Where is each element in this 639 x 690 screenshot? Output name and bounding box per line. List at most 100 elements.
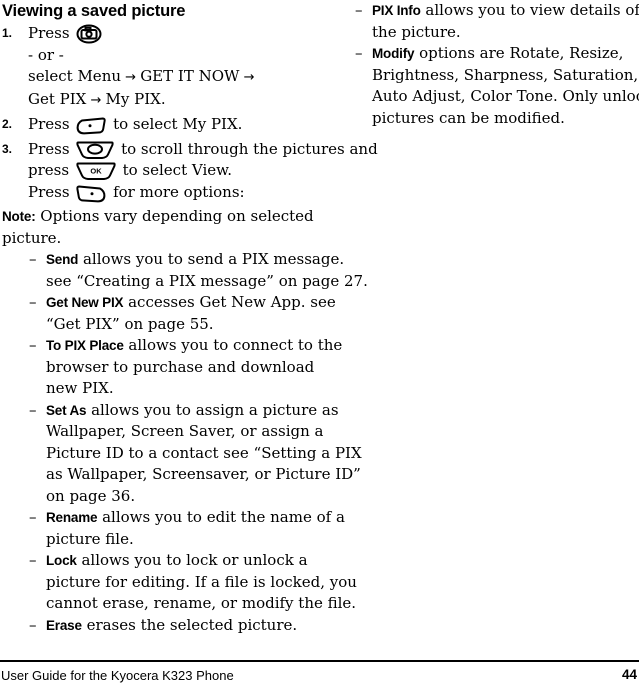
option-term: Erase [46, 617, 82, 633]
step-number: 3. [2, 141, 13, 156]
text-run: to select [108, 115, 183, 133]
camera-key-icon [76, 24, 102, 44]
option-line: on page 36. [46, 486, 320, 508]
option-item: – Modify options are Rotate, Resize, Brigh… [330, 43, 639, 129]
option-term: Set As [46, 402, 87, 418]
step-line: Get PIX → My PIX. [28, 89, 320, 112]
option-list-left: – Send allows you to send a PIX message. s… [0, 249, 368, 637]
text-run: allows you to view details of [420, 1, 639, 19]
emphasis-term: Menu [77, 67, 122, 85]
step-line: press OK to select View. [28, 160, 320, 182]
step-line: Press [28, 23, 320, 45]
page-title: Viewing a saved picture [2, 2, 186, 20]
bullet-dash: – [29, 551, 37, 569]
option-line: PIX Info allows you to view details of [372, 0, 639, 22]
arrow-glyph: → [86, 92, 106, 108]
arrow-glyph: → [121, 70, 141, 85]
numbered-steps: 1. Press - or - select Menu → GET IT NOW →… [0, 23, 378, 203]
right-softkey-icon [76, 185, 106, 203]
option-item: – PIX Info allows you to view details of t… [330, 0, 639, 43]
option-line: Get New PIX accesses Get New App. see [46, 292, 336, 314]
option-line: Modify options are Rotate, Resize, [372, 43, 639, 65]
text-run: Press [28, 115, 75, 133]
option-line: new PIX. [46, 378, 320, 400]
text-run: as Wallpaper, Screensaver, or Picture ID… [46, 465, 361, 483]
step-line: - or - [28, 45, 320, 67]
text-run: allows you to connect to the [123, 336, 343, 354]
option-list-right: – PIX Info allows you to view details of t… [330, 0, 639, 129]
text-run: - or - [28, 45, 64, 64]
emphasis-term: My PIX [182, 115, 238, 133]
text-run: press [28, 161, 74, 179]
text-run: select [28, 67, 78, 85]
option-term: Modify [372, 46, 415, 61]
text-run: pictures can be modified. [372, 108, 565, 127]
option-line: the picture. [372, 22, 639, 44]
note-label: Note: [2, 209, 36, 224]
text-run: Wallpaper, Screen Saver, or assign a [46, 422, 324, 440]
note-text-line-2: picture. [2, 228, 62, 247]
option-line: Auto Adjust, Color Tone. Only unlocked [372, 86, 639, 108]
option-item: – Lock allows you to lock or unlock a pict… [0, 550, 357, 615]
text-run: Auto Adjust, Color Tone. Only unlocked [372, 87, 639, 105]
bullet-dash: – [355, 44, 363, 62]
right-column: – PIX Info allows you to view details of t… [330, 0, 639, 129]
bullet-dash: – [29, 336, 37, 354]
manual-page: Viewing a saved picture 1. Press - or - se… [0, 0, 639, 690]
step-number: 2. [2, 117, 13, 131]
option-item: – Erase erases the selected picture. [0, 615, 320, 637]
arrow-glyph: → [239, 70, 255, 85]
emphasis-term: View [191, 161, 228, 179]
text-run: options are Rotate, Resize, [414, 44, 624, 62]
bullet-dash: – [29, 250, 37, 268]
emphasis-term: Get PIX [28, 89, 87, 108]
option-item: – Get New PIX accesses Get New App. see “G… [0, 292, 336, 336]
bullet-dash: – [29, 508, 37, 526]
text-run: accesses Get New App. see [123, 293, 336, 311]
option-line: picture file. [46, 529, 320, 551]
option-line: To PIX Place allows you to connect to th… [46, 335, 342, 357]
text-run: cannot erase, rename, or modify the file… [46, 594, 357, 612]
step-line: Press to scroll through the pictures and [28, 139, 378, 161]
option-line: pictures can be modified. [372, 108, 639, 130]
option-term: Rename [46, 510, 98, 525]
emphasis-term: GET IT NOW [140, 67, 240, 85]
text-run: allows you to edit the name of a [97, 508, 345, 526]
text-run: “Get PIX” on page 55. [46, 314, 214, 333]
option-line: see “Creating a PIX message” on page 27. [46, 271, 368, 293]
step-item: 1. Press - or - select Menu → GET IT NOW →… [0, 23, 320, 111]
note-text-line-1: Options vary depending on selected [40, 207, 314, 225]
option-line: Erase erases the selected picture. [46, 615, 320, 637]
bullet-dash: – [29, 400, 37, 419]
option-line: browser to purchase and download [46, 357, 320, 379]
text-run: Press [28, 24, 75, 42]
option-term: To PIX Place [46, 338, 124, 353]
note-block: Note: Options vary depending on selected… [0, 206, 320, 249]
svg-text:OK: OK [90, 166, 102, 175]
option-line: as Wallpaper, Screensaver, or Picture ID… [46, 464, 361, 486]
text-run: . [227, 161, 232, 179]
step-line: Press to select My PIX. [28, 114, 320, 136]
option-line: Set As allows you to assign a picture as [46, 400, 339, 422]
footer-divider [0, 660, 639, 662]
text-run: allows you to send a PIX message. [78, 250, 345, 268]
text-run: allows you to assign a picture as [86, 400, 339, 419]
text-run: see “Creating a PIX message” on page 27. [46, 271, 368, 290]
left-column: Viewing a saved picture 1. Press - or - se… [0, 0, 378, 637]
step-item: 2. Press to select My PIX. [0, 114, 320, 136]
text-run: for more options: [108, 182, 245, 201]
text-run: picture for editing. If a file is locked… [46, 572, 357, 591]
text-run: on page 36. [46, 486, 136, 505]
option-line: Wallpaper, Screen Saver, or assign a [46, 421, 324, 443]
emphasis-term: My PIX [105, 89, 161, 108]
text-run: the picture. [372, 22, 461, 41]
option-term: PIX Info [372, 3, 421, 18]
text-run: picture file. [46, 529, 134, 548]
text-run: erases the selected picture. [81, 615, 298, 634]
footer-title: User Guide for the Kyocera K323 Phone [1, 668, 234, 683]
step-line: select Menu → GET IT NOW → [28, 66, 320, 89]
option-line: “Get PIX” on page 55. [46, 314, 320, 336]
text-run: allows you to lock or unlock a [76, 551, 308, 569]
text-run: Press [28, 139, 75, 158]
text-run: to select [117, 161, 192, 179]
